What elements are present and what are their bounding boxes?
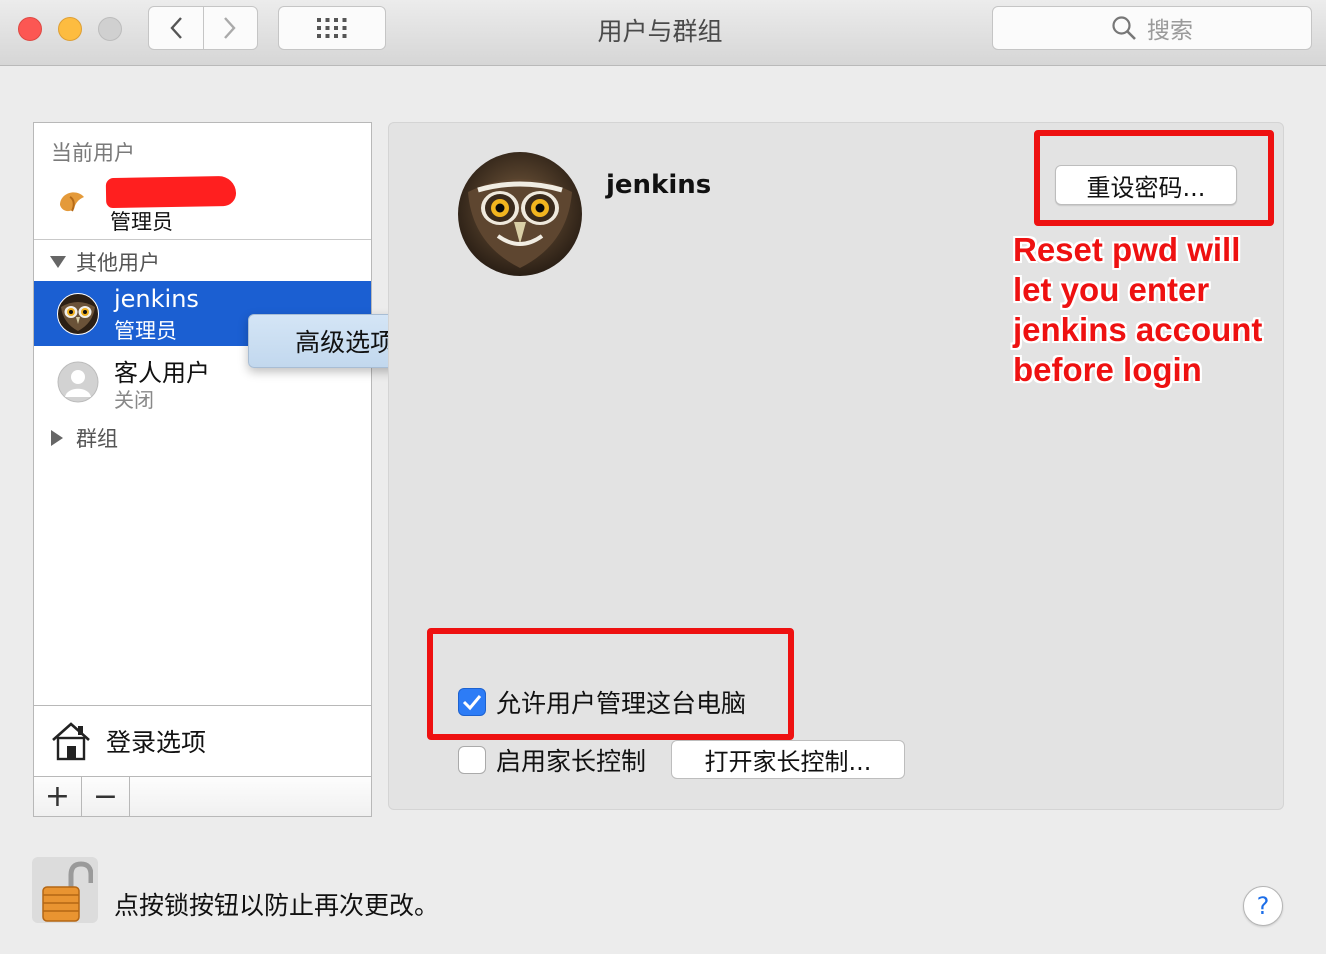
annotation-note: Reset pwd will let you enter jenkins acc… (1013, 230, 1313, 390)
parental-controls-row: 启用家长控制 (458, 742, 646, 778)
groups-header[interactable]: 群组 (50, 423, 118, 453)
parental-controls-label: 启用家长控制 (496, 747, 647, 776)
other-users-label: 其他用户 (76, 251, 160, 275)
guest-avatar-icon (57, 361, 99, 403)
fortune-cookie-avatar[interactable] (56, 185, 90, 219)
annotation-line: let you enter (1013, 271, 1210, 308)
back-button[interactable] (149, 7, 203, 49)
allow-admin-checkbox[interactable] (458, 688, 486, 716)
user-role: 管理员 (114, 319, 177, 343)
user-name: 客人用户 (114, 359, 210, 387)
current-user-header: 当前用户 (51, 141, 135, 165)
groups-label: 群组 (76, 427, 118, 451)
login-options-item[interactable]: 登录选项 (33, 705, 372, 777)
annotation-line: Reset pwd will (1013, 231, 1241, 268)
unlocked-padlock-icon (42, 861, 93, 922)
redacted-username-scribble (105, 175, 237, 209)
other-users-header[interactable]: 其他用户 (50, 247, 160, 277)
current-user-role: 管理员 (110, 210, 173, 234)
lock-status-text: 点按锁按钮以防止再次更改。 (114, 891, 440, 920)
annotation-line: jenkins account (1013, 311, 1263, 348)
allow-admin-row: 允许用户管理这台电脑 (458, 684, 746, 720)
title-bar: 用户与群组 搜索 (0, 0, 1326, 66)
parental-controls-checkbox[interactable] (458, 746, 486, 774)
zoom-window-button[interactable] (98, 17, 122, 41)
selected-user-name: jenkins (606, 170, 712, 200)
grid-icon (317, 18, 347, 38)
search-placeholder: 搜索 (1147, 18, 1193, 44)
forward-button[interactable] (202, 7, 258, 49)
back-forward-control (148, 6, 258, 50)
show-all-button[interactable] (278, 6, 386, 50)
help-button[interactable]: ? (1243, 886, 1283, 926)
owl-avatar (57, 293, 99, 335)
triangle-right-icon (51, 430, 63, 446)
user-name: jenkins (114, 285, 199, 313)
chevron-left-icon (170, 17, 182, 39)
window-title: 用户与群组 (597, 17, 723, 46)
chevron-right-icon (224, 17, 236, 39)
annotation-line: before login (1013, 351, 1202, 388)
owl-avatar-large[interactable] (458, 152, 582, 276)
open-parental-controls-button[interactable]: 打开家长控制... (671, 740, 905, 779)
search-field[interactable]: 搜索 (992, 6, 1312, 50)
user-list-sidebar: 当前用户 管理员 其他用户 jenkins 管理员 客人用户 关闭 群组 (33, 122, 372, 706)
current-user-section: 当前用户 管理员 (34, 123, 371, 240)
lock-button[interactable] (32, 857, 98, 923)
checkmark-icon (462, 695, 482, 711)
allow-admin-label: 允许用户管理这台电脑 (496, 689, 747, 718)
user-status: 关闭 (114, 388, 154, 412)
triangle-down-icon (50, 256, 66, 268)
remove-user-button[interactable]: − (82, 777, 130, 816)
add-user-button[interactable]: + (34, 777, 82, 816)
annotation-box-reset-password (1034, 130, 1274, 226)
search-icon (1112, 16, 1136, 40)
close-window-button[interactable] (18, 17, 42, 41)
house-icon (52, 722, 90, 761)
add-remove-bar: + − (33, 776, 372, 817)
minimize-window-button[interactable] (58, 17, 82, 41)
login-options-label: 登录选项 (106, 728, 207, 757)
